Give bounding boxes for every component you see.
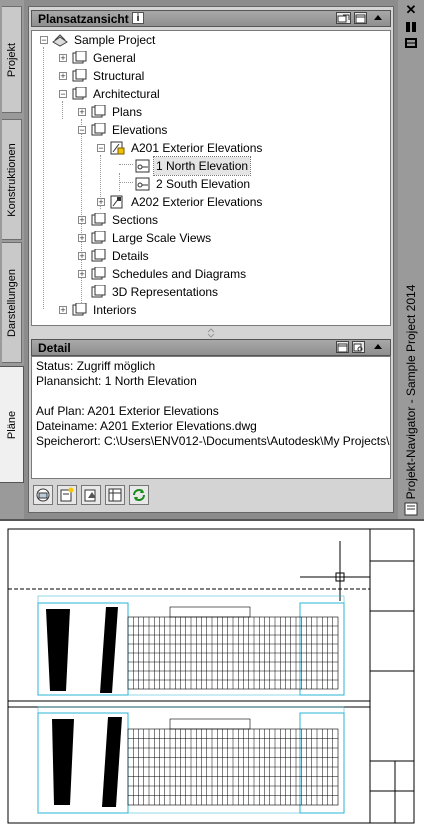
tab-konstruktionen[interactable]: Konstruktionen (2, 119, 22, 240)
tree-label: 3D Representations (112, 285, 219, 299)
subset-icon (91, 213, 106, 226)
subset-icon (91, 123, 106, 136)
tree-label: 2 South Elevation (156, 177, 251, 191)
detail-header: Detail (31, 339, 391, 356)
detail-collapse-icon[interactable] (374, 344, 382, 349)
view-icon (135, 159, 150, 173)
drawing-canvas[interactable] (0, 519, 424, 829)
tree-label: Sample Project (74, 33, 156, 47)
expand-icon[interactable]: + (78, 108, 86, 117)
expand-icon[interactable]: + (59, 306, 67, 315)
subset-icon (91, 267, 106, 280)
sheet-set-view-title: Plansatzansicht (38, 12, 129, 26)
subset-icon (72, 51, 87, 64)
subset-icon (91, 249, 106, 262)
collapse-icon[interactable]: − (78, 126, 86, 135)
view-icon (135, 177, 150, 191)
palette-options-icon[interactable] (404, 502, 418, 516)
sheet-icon (110, 195, 123, 209)
tree-label-selected: 1 North Elevation (152, 156, 252, 176)
tab-projekt-label: Projekt (5, 42, 18, 77)
tab-darstellungen[interactable]: Darstellungen (2, 242, 22, 363)
tab-konstruktionen-label: Konstruktionen (5, 142, 18, 217)
expand-icon[interactable]: + (78, 252, 86, 261)
left-tab-strip: Projekt Konstruktionen Darstellungen Plä… (0, 0, 24, 519)
open-drawing-icon[interactable] (33, 485, 53, 505)
detail-speicherort: Speicherort: C:\Users\ENV012-\Documents\… (36, 434, 390, 448)
collapse-up-icon[interactable] (374, 15, 382, 20)
expand-icon[interactable]: + (78, 216, 86, 225)
tab-plaene-label: Pläne (5, 410, 18, 439)
detail-status: Status: Zugriff möglich (36, 359, 156, 373)
tab-darstellungen-label: Darstellungen (5, 268, 18, 337)
elevation-drawing (7, 528, 415, 824)
project-navigator-palette: Projekt Konstruktionen Darstellungen Plä… (0, 0, 424, 519)
collapse-icon[interactable]: − (40, 36, 48, 45)
splitter-grip-icon (207, 328, 215, 338)
expand-icon[interactable]: + (78, 234, 86, 243)
auto-hide-icon[interactable] (404, 20, 418, 34)
collapse-icon[interactable]: − (97, 144, 105, 153)
sheet-tree: − Sample Project + General + Structural … (31, 30, 391, 326)
detail-dateiname: Dateiname: A201 Exterior Elevations.dwg (36, 419, 257, 433)
subset-icon (72, 69, 87, 82)
new-sheet-icon[interactable] (57, 485, 77, 505)
sheet-set-view-header: Plansatzansicht i (31, 10, 391, 27)
detail-title: Detail (38, 341, 71, 355)
tree-label: Sections (112, 213, 159, 227)
palette-title: Projekt-Navigator - Sample Project 2014 (404, 284, 418, 500)
expand-icon[interactable]: + (78, 270, 86, 279)
detail-auf-plan: Auf Plan: A201 Exterior Elevations (36, 404, 219, 418)
sheets-panel: Plansatzansicht i − Sample Project + Gen… (28, 6, 394, 513)
tree-label: Elevations (112, 123, 168, 137)
expand-icon[interactable]: + (59, 72, 67, 81)
tree-label: Plans (112, 105, 143, 119)
sheet-list-icon[interactable] (105, 485, 125, 505)
tree-label: Structural (93, 69, 145, 83)
refresh-icon[interactable] (129, 485, 149, 505)
detail-pane: Status: Zugriff möglich Planansicht: 1 N… (31, 356, 391, 479)
tree-label: General (93, 51, 136, 65)
sheet-lock-icon (110, 141, 125, 155)
palette-title-strip: ✕ Projekt-Navigator - Sample Project 201… (398, 0, 424, 519)
info-icon[interactable]: i (132, 12, 144, 24)
tree-label: Details (112, 249, 149, 263)
tree-label: Interiors (93, 303, 137, 317)
tab-projekt[interactable]: Projekt (2, 6, 22, 113)
tree-label: Architectural (93, 87, 160, 101)
subset-icon (91, 231, 106, 244)
tree-label: Large Scale Views (112, 231, 212, 245)
subset-icon (72, 87, 87, 100)
publish-icon[interactable] (81, 485, 101, 505)
preview-icon[interactable] (352, 341, 365, 353)
subset-icon (91, 105, 106, 118)
detail-view-icon[interactable] (336, 341, 349, 353)
tree-label: A202 Exterior Elevations (131, 195, 263, 209)
tree-label: Schedules and Diagrams (112, 267, 247, 281)
close-icon[interactable]: ✕ (404, 3, 418, 18)
expand-icon[interactable]: + (97, 198, 105, 207)
sheet-view-toggle-icon[interactable] (354, 12, 367, 24)
sheet-set-menu-icon[interactable] (336, 12, 351, 24)
sheet-set-icon (52, 34, 68, 47)
collapse-icon[interactable]: − (59, 90, 67, 99)
expand-icon[interactable]: + (59, 54, 67, 63)
subset-icon (91, 285, 106, 298)
tab-plaene[interactable]: Pläne (0, 366, 24, 483)
panel-splitter[interactable] (31, 326, 391, 340)
tree-label: A201 Exterior Elevations (131, 141, 263, 155)
properties-icon[interactable] (404, 36, 418, 50)
detail-planansicht: Planansicht: 1 North Elevation (36, 374, 197, 388)
subset-icon (72, 303, 87, 316)
